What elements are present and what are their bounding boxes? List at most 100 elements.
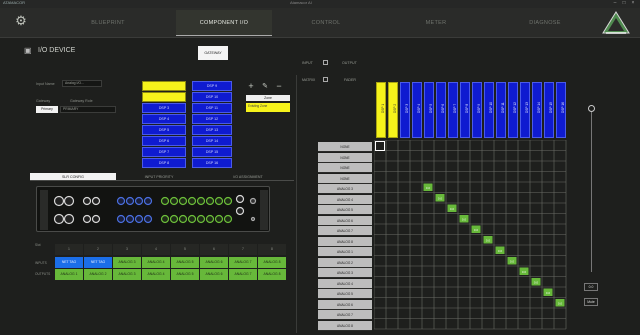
tab-component-io[interactable]: COMPONENT I/O (176, 10, 272, 36)
dsp-button[interactable]: DSP 4 (142, 114, 186, 124)
matrix-column-header[interactable]: DSP 15 (544, 82, 554, 138)
matrix-column-header[interactable]: DSP 9 (472, 82, 482, 138)
dsp-button[interactable]: DSP 8 (142, 158, 186, 168)
matrix-row-label[interactable]: ANALOG 4 (318, 278, 372, 289)
dsp-button[interactable]: DSP 7 (142, 147, 186, 157)
matrix-column-header[interactable]: DSP 4 (412, 82, 422, 138)
matrix-column-header[interactable]: DSP 5 (424, 82, 434, 138)
input-channel-cell[interactable]: ANALOG 5 (171, 257, 199, 268)
minimize-icon[interactable]: – (612, 1, 618, 6)
input-output-checkbox[interactable] (323, 60, 328, 65)
matrix-column-header[interactable]: DSP 2 (388, 82, 398, 138)
dsp-button[interactable]: DSP 14 (192, 136, 232, 146)
matrix-column-header[interactable]: DSP 13 (520, 82, 530, 138)
matrix-row-label[interactable]: ANALOG 5 (318, 205, 372, 215)
gateway-button[interactable]: GATEWAY (198, 46, 228, 60)
add-icon[interactable]: + (246, 82, 256, 91)
matrix-row-label[interactable]: ANALOG 2 (318, 257, 372, 268)
dsp-button[interactable]: DSP 6 (142, 136, 186, 146)
mute-button[interactable]: Mute (584, 298, 598, 306)
dsp-button[interactable]: DSP 12 (192, 114, 232, 124)
fader-knob[interactable] (588, 105, 595, 112)
matrix-row-label[interactable]: ANALOG 6 (318, 215, 372, 226)
fader-track[interactable] (591, 112, 592, 272)
matrix-column-header[interactable]: DSP 12 (508, 82, 518, 138)
matrix-column-label: DSP 15 (549, 102, 553, 113)
zone-list-item[interactable]: Existing Zone (246, 103, 290, 112)
tab-meter[interactable]: METER (380, 10, 492, 36)
maximize-icon[interactable]: □ (621, 1, 627, 6)
matrix-column-header[interactable]: DSP 8 (460, 82, 470, 138)
matrix-row-label[interactable]: ANALOG 1 (318, 247, 372, 257)
output-channel-cell[interactable]: ANALOG 8 (258, 269, 286, 280)
input-channel-cell[interactable]: NET TAG (84, 257, 112, 268)
dsp-button[interactable]: DSP 10 (192, 92, 232, 102)
matrix-row-label[interactable]: ANALOG 6 (318, 299, 372, 310)
close-icon[interactable]: × (630, 1, 636, 6)
input-channel-cell[interactable]: ANALOG 4 (142, 257, 170, 268)
matrix-column-header[interactable]: DSP 3 (400, 82, 410, 138)
matrix-column-header[interactable]: DSP 7 (448, 82, 458, 138)
input-channel-cell[interactable]: ANALOG 3 (113, 257, 141, 268)
output-channel-cell[interactable]: ANALOG 5 (171, 269, 199, 280)
matrix-row-label[interactable]: ANALOG 7 (318, 310, 372, 320)
tab-input-priority[interactable]: INPUT PRIORITY (116, 173, 202, 181)
matrix-row-label[interactable]: ANALOG 8 (318, 320, 372, 331)
zone-slot-2[interactable] (142, 92, 186, 102)
tab-control[interactable]: CONTROL (272, 10, 380, 36)
tab-io-assignment[interactable]: I/O ASSIGNMENT (202, 173, 294, 181)
matrix-cell-level: 0.0 (522, 270, 527, 274)
matrix-column-header[interactable]: DSP 10 (484, 82, 494, 138)
device-port (134, 196, 144, 206)
matrix-column-header[interactable]: DSP 16 (556, 82, 566, 138)
output-channel-cell[interactable]: ANALOG 1 (55, 269, 83, 280)
matrix-row-label[interactable]: ANALOG 5 (318, 289, 372, 299)
output-channel-cell[interactable]: ANALOG 4 (142, 269, 170, 280)
dsp-button[interactable]: DSP 3 (142, 103, 186, 113)
matrix-row-label[interactable]: ANALOG 3 (318, 184, 372, 194)
input-name-field[interactable]: Analog I/O... (62, 80, 102, 87)
device-port (160, 196, 170, 206)
zone-slot-1[interactable] (142, 81, 186, 91)
matrix-row-label[interactable]: ANALOG 7 (318, 226, 372, 236)
matrix-row-label[interactable]: ANALOG 8 (318, 236, 372, 247)
matrix-column-header[interactable]: DSP 1 (376, 82, 386, 138)
dsp-button[interactable]: DSP 13 (192, 125, 232, 135)
matrix-row-label[interactable]: ANALOG 4 (318, 194, 372, 205)
input-channel-cell[interactable]: ANALOG 6 (200, 257, 228, 268)
output-channel-cell[interactable]: ANALOG 6 (200, 269, 228, 280)
dsp-button[interactable]: DSP 5 (142, 125, 186, 135)
gateway-select[interactable]: Primary (36, 106, 58, 113)
matrix-column-header[interactable]: DSP 11 (496, 82, 506, 138)
tab-slr-config[interactable]: SLR CONFIG (30, 173, 116, 181)
gear-icon[interactable]: ⚙ (14, 14, 28, 28)
output-channel-cell[interactable]: ANALOG 7 (229, 269, 257, 280)
matrix-row-label[interactable]: NONE (318, 142, 372, 152)
gateway-role-select[interactable]: PRIMARY (60, 106, 116, 113)
tab-blueprint[interactable]: BLUEPRINT (40, 10, 176, 36)
dsp-button[interactable]: DSP 9 (192, 81, 232, 91)
dsp-button[interactable]: DSP 15 (192, 147, 232, 157)
dsp-button[interactable]: DSP 11 (192, 103, 232, 113)
dsp-button[interactable]: DSP 16 (192, 158, 232, 168)
matrix-row-label[interactable]: NONE (318, 163, 372, 173)
input-channel-cell[interactable]: NET TAG (55, 257, 83, 268)
output-channel-cell[interactable]: ANALOG 3 (113, 269, 141, 280)
input-toggle-label: INPUT (302, 61, 313, 65)
matrix-row-label[interactable]: ANALOG 3 (318, 268, 372, 278)
matrix-row-label[interactable]: NONE (318, 152, 372, 163)
input-channel-cell[interactable]: ANALOG 8 (258, 257, 286, 268)
matrix-column-header[interactable]: DSP 6 (436, 82, 446, 138)
config-tabs: SLR CONFIG INPUT PRIORITY I/O ASSIGNMENT (30, 173, 295, 182)
output-channel-cell[interactable]: ANALOG 2 (84, 269, 112, 280)
tab-diagnose[interactable]: DIAGNOSE (492, 10, 598, 36)
edit-icon[interactable]: ✎ (260, 82, 270, 91)
output-toggle-label: OUTPUT (342, 61, 357, 65)
remove-icon[interactable]: − (274, 82, 284, 91)
input-channel-cell[interactable]: ANALOG 7 (229, 257, 257, 268)
routing-matrix-grid[interactable]: 0.0 0.0 0.0 0.0 0.0 0.0 0.0 0.0 0.0 0.0 0.0 0.0 (374, 140, 568, 330)
device-port (235, 194, 245, 204)
input-name-label: Input Name (36, 82, 55, 86)
matrix-column-header[interactable]: DSP 14 (532, 82, 542, 138)
matrix-row-label[interactable]: NONE (318, 173, 372, 184)
